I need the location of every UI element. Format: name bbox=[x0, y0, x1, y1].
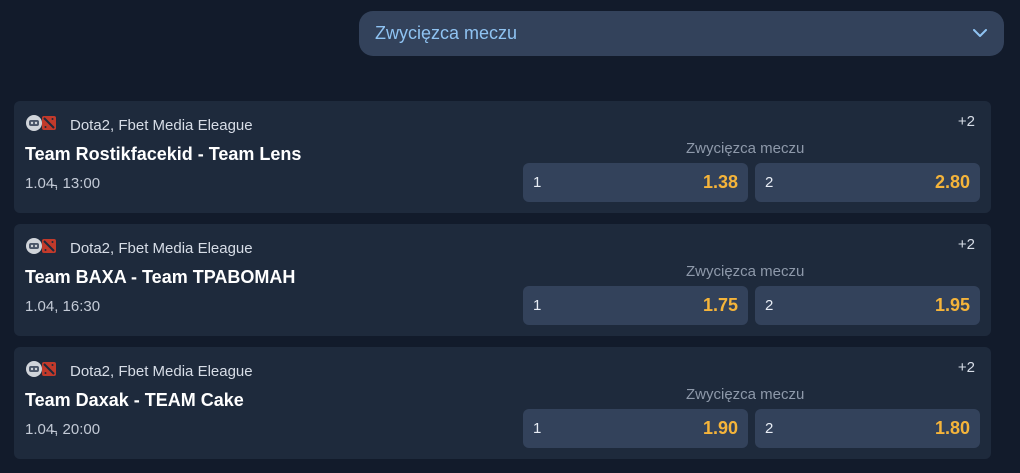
match-teams[interactable]: Team Rostikfacekid - Team Lens bbox=[25, 144, 301, 165]
odd-button-1[interactable]: 1 1.75 bbox=[523, 286, 748, 325]
odd-button-2[interactable]: 2 2.80 bbox=[755, 163, 980, 202]
league-name: Dota2, Fbet Media Eleague bbox=[70, 117, 253, 134]
market-name: Zwycięzca meczu bbox=[686, 263, 805, 280]
more-markets-count[interactable]: +2 bbox=[958, 236, 975, 253]
odd-button-2[interactable]: 2 1.80 bbox=[755, 409, 980, 448]
esports-icon bbox=[26, 361, 42, 377]
odd-button-2[interactable]: 2 1.95 bbox=[755, 286, 980, 325]
outcome-label: 2 bbox=[765, 420, 774, 437]
match-teams[interactable]: Team Daxak - TEAM Cake bbox=[25, 390, 244, 411]
esports-icon bbox=[26, 238, 42, 254]
dota-icon bbox=[42, 239, 56, 253]
odd-price: 1.75 bbox=[702, 295, 738, 315]
more-markets-count[interactable]: +2 bbox=[958, 113, 975, 130]
chevron-down-icon bbox=[972, 26, 988, 42]
outcome-label: 1 bbox=[533, 297, 542, 314]
event-card[interactable]: Dota2, Fbet Media Eleague Team BAXA - Te… bbox=[14, 224, 991, 336]
game-icons bbox=[25, 114, 57, 132]
odd-price: 1.80 bbox=[934, 418, 970, 438]
odd-button-1[interactable]: 1 1.90 bbox=[523, 409, 748, 448]
match-datetime: 1.04, 16:30 bbox=[25, 298, 101, 315]
market-name: Zwycięzca meczu bbox=[686, 140, 805, 157]
market-dropdown[interactable]: Zwycięzca meczu bbox=[359, 11, 1004, 56]
event-card[interactable]: Dota2, Fbet Media Eleague Team Daxak - T… bbox=[14, 347, 991, 459]
event-list: Dota2, Fbet Media Eleague Team Rostikfac… bbox=[14, 101, 991, 470]
dota-icon bbox=[42, 116, 56, 130]
dota-icon bbox=[42, 362, 56, 376]
esports-icon bbox=[26, 115, 42, 131]
odd-button-1[interactable]: 1 1.38 bbox=[523, 163, 748, 202]
outcome-label: 1 bbox=[533, 174, 542, 191]
odd-price: 1.38 bbox=[702, 172, 738, 192]
odd-price: 1.95 bbox=[934, 295, 970, 315]
outcome-label: 1 bbox=[533, 420, 542, 437]
odd-price: 1.90 bbox=[702, 418, 738, 438]
game-icons bbox=[25, 237, 57, 255]
match-teams[interactable]: Team BAXA - Team TPABOMAH bbox=[25, 267, 295, 288]
odd-price: 2.80 bbox=[934, 172, 970, 192]
outcome-label: 2 bbox=[765, 297, 774, 314]
outcome-label: 2 bbox=[765, 174, 774, 191]
more-markets-count[interactable]: +2 bbox=[958, 359, 975, 376]
event-card[interactable]: Dota2, Fbet Media Eleague Team Rostikfac… bbox=[14, 101, 991, 213]
game-icons bbox=[25, 360, 57, 378]
market-name: Zwycięzca meczu bbox=[686, 386, 805, 403]
league-name: Dota2, Fbet Media Eleague bbox=[70, 363, 253, 380]
match-datetime: 1.04̵, 20:00 bbox=[25, 421, 101, 438]
league-name: Dota2, Fbet Media Eleague bbox=[70, 240, 253, 257]
market-dropdown-label: Zwycięzca meczu bbox=[375, 23, 518, 43]
match-datetime: 1.04̵, 13:00 bbox=[25, 175, 101, 192]
